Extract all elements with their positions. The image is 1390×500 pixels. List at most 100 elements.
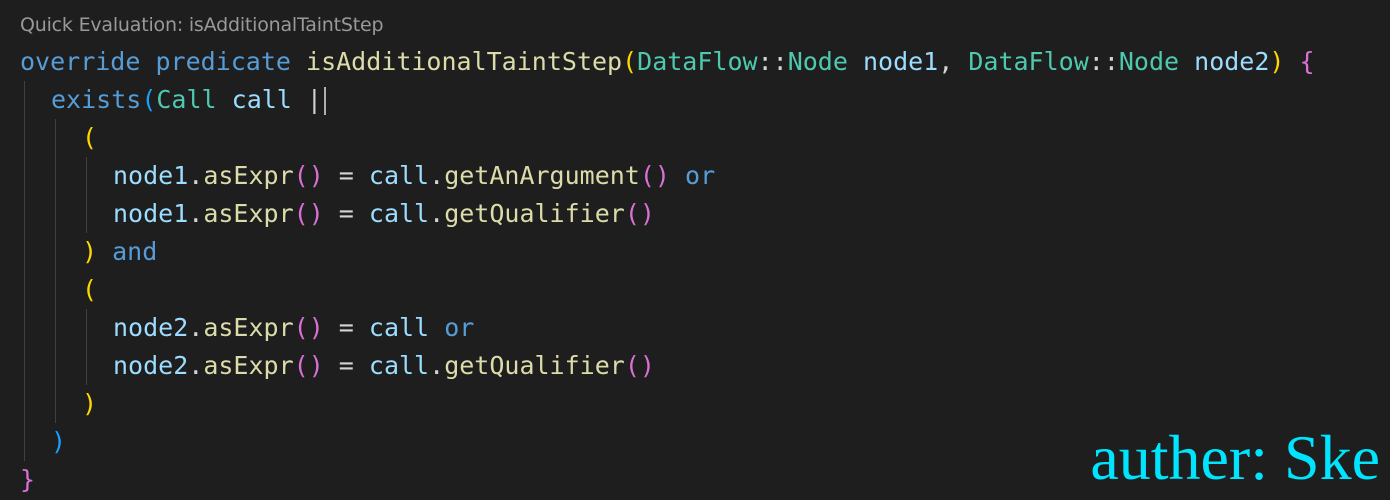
code-token: call	[368, 199, 430, 228]
code-token: =	[323, 161, 369, 190]
code-token: )	[51, 427, 67, 456]
code-token: )	[82, 389, 98, 418]
code-token: ()	[293, 313, 324, 342]
code-token: .	[188, 351, 204, 380]
code-token: ()	[293, 161, 324, 190]
code-token: or	[444, 313, 475, 342]
code-token: ,	[938, 47, 969, 76]
indent-guide	[55, 385, 56, 423]
code-token: node1	[862, 47, 939, 76]
text-cursor	[323, 87, 326, 115]
code-token: ::	[757, 47, 788, 76]
indent-guide	[24, 309, 25, 347]
code-token: (	[141, 85, 157, 114]
code-token: node1	[113, 161, 189, 190]
code-line[interactable]: ) and	[20, 233, 1315, 271]
code-token: DataFlow	[968, 47, 1089, 76]
indent-guide	[86, 195, 87, 233]
code-token: node2	[113, 351, 189, 380]
code-token: .	[188, 313, 204, 342]
code-token: )	[1269, 47, 1285, 76]
indent-guide	[86, 309, 87, 347]
indent-guide	[24, 347, 25, 385]
code-token: .	[429, 161, 445, 190]
indent-guide	[24, 233, 25, 271]
indent-guide	[55, 195, 56, 233]
code-token: (	[82, 275, 98, 304]
code-token: asExpr	[203, 199, 294, 228]
code-token: ()	[624, 199, 655, 228]
author-watermark: auther: Ske	[1090, 422, 1380, 493]
code-token: node2	[1194, 47, 1270, 76]
code-token: Call	[156, 85, 217, 114]
indent-guide	[86, 157, 87, 195]
indent-guide	[24, 385, 25, 423]
indent-guide	[55, 271, 56, 309]
code-token: call	[368, 313, 430, 342]
code-token: .	[188, 199, 204, 228]
code-token: .	[188, 161, 204, 190]
code-token: =	[323, 199, 369, 228]
code-line[interactable]: node1.asExpr() = call.getQualifier()	[20, 195, 1315, 233]
indent-guide	[55, 233, 56, 271]
code-token: ()	[293, 351, 324, 380]
code-token: ()	[293, 199, 324, 228]
code-token: {	[1299, 47, 1315, 76]
code-token: predicate	[155, 47, 291, 76]
code-line[interactable]: exists(Call call |	[20, 81, 1315, 119]
code-token: ::	[1088, 47, 1119, 76]
indent-guide	[55, 347, 56, 385]
code-token: Node	[787, 47, 848, 76]
code-line[interactable]: (	[20, 119, 1315, 157]
indent-guide	[24, 423, 25, 461]
code-token: exists	[51, 85, 142, 114]
code-token: ()	[639, 161, 670, 190]
code-line[interactable]: (	[20, 271, 1315, 309]
code-line[interactable]: node2.asExpr() = call or	[20, 309, 1315, 347]
code-token: (	[622, 47, 638, 76]
indent-guide	[55, 157, 56, 195]
code-token: .	[429, 351, 445, 380]
code-editor[interactable]: Quick Evaluation: isAdditionalTaintStep …	[0, 0, 1390, 500]
code-token: node1	[113, 199, 189, 228]
code-line[interactable]: node2.asExpr() = call.getQualifier()	[20, 347, 1315, 385]
code-token: asExpr	[203, 161, 294, 190]
code-token: getQualifier	[444, 351, 625, 380]
code-line[interactable]: override predicate isAdditionalTaintStep…	[20, 43, 1315, 81]
code-token: call	[231, 85, 292, 114]
code-token: call	[368, 161, 430, 190]
indent-guide	[24, 157, 25, 195]
code-token: |	[291, 85, 322, 114]
code-token: ()	[624, 351, 655, 380]
indent-guide	[24, 119, 25, 157]
indent-guide	[24, 81, 25, 119]
code-token: Node	[1118, 47, 1180, 76]
code-token: isAdditionalTaintStep	[306, 47, 623, 76]
code-token: and	[112, 237, 158, 266]
indent-guide	[55, 309, 56, 347]
code-token: getAnArgument	[444, 161, 640, 190]
code-token: override	[20, 47, 141, 76]
quick-evaluation-codelens[interactable]: Quick Evaluation: isAdditionalTaintStep	[20, 14, 384, 36]
code-token: )	[82, 237, 98, 266]
code-token: asExpr	[203, 351, 294, 380]
code-token: }	[20, 465, 36, 494]
code-token: or	[685, 161, 716, 190]
code-token: DataFlow	[637, 47, 758, 76]
code-token: call	[368, 351, 430, 380]
code-token: node2	[113, 313, 189, 342]
code-token: =	[323, 351, 369, 380]
code-token: getQualifier	[444, 199, 625, 228]
code-token: =	[323, 313, 369, 342]
indent-guide	[24, 195, 25, 233]
code-line[interactable]: node1.asExpr() = call.getAnArgument() or	[20, 157, 1315, 195]
code-token: (	[82, 123, 98, 152]
